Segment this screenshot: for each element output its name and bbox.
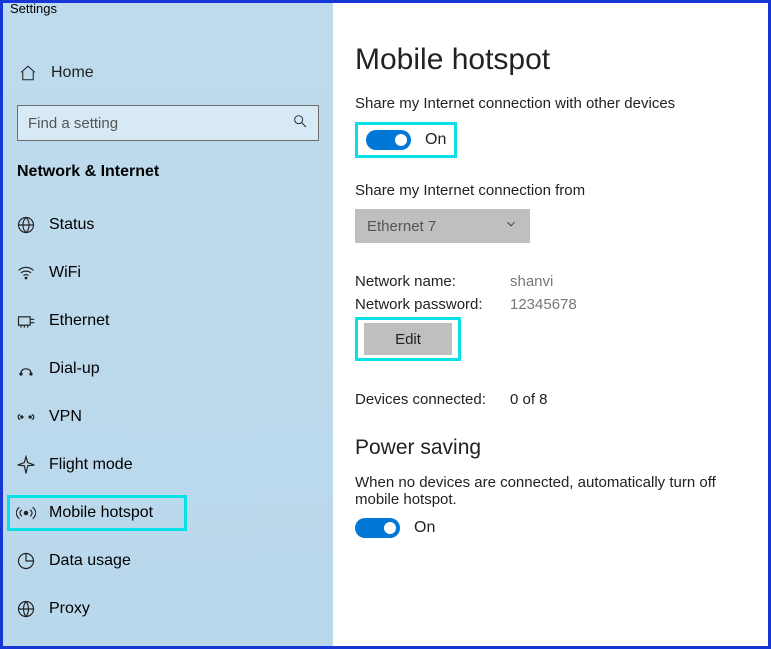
sidebar-item-ethernet[interactable]: Ethernet <box>3 297 333 345</box>
share-from-value: Ethernet 7 <box>367 218 436 235</box>
main-content: Mobile hotspot Share my Internet connect… <box>333 3 768 646</box>
home-label: Home <box>51 64 94 82</box>
window-title: Settings <box>10 1 57 16</box>
vpn-icon <box>15 407 37 427</box>
page-title: Mobile hotspot <box>355 43 746 77</box>
sidebar-item-flightmode[interactable]: Flight mode <box>3 441 333 489</box>
sidebar-item-label: Ethernet <box>49 312 109 330</box>
edit-button[interactable]: Edit <box>364 323 452 355</box>
sidebar-item-label: VPN <box>49 408 82 426</box>
home-icon <box>17 64 39 82</box>
sidebar-item-proxy[interactable]: Proxy <box>3 585 333 633</box>
search-placeholder: Find a setting <box>28 115 118 132</box>
datausage-icon <box>15 551 37 571</box>
sidebar: Home Find a setting Network & Internet S… <box>3 3 333 646</box>
ethernet-icon <box>15 311 37 331</box>
network-name-value: shanvi <box>510 273 553 290</box>
chevron-down-icon <box>504 217 518 235</box>
network-password-label: Network password: <box>355 296 510 313</box>
share-from-select[interactable]: Ethernet 7 <box>355 209 530 243</box>
devices-connected-label: Devices connected: <box>355 391 510 408</box>
sidebar-item-label: Status <box>49 216 94 234</box>
sidebar-home[interactable]: Home <box>3 53 333 93</box>
sidebar-item-wifi[interactable]: WiFi <box>3 249 333 297</box>
sidebar-item-label: Proxy <box>49 600 90 618</box>
network-password-value: 12345678 <box>510 296 577 313</box>
sidebar-item-label: Dial-up <box>49 360 100 378</box>
power-toggle[interactable] <box>355 518 400 538</box>
search-icon <box>292 113 308 133</box>
wifi-icon <box>15 263 37 283</box>
sidebar-item-dialup[interactable]: Dial-up <box>3 345 333 393</box>
network-name-label: Network name: <box>355 273 510 290</box>
dialup-icon <box>15 359 37 379</box>
share-toggle-label: On <box>425 131 446 149</box>
airplane-icon <box>15 455 37 475</box>
share-toggle[interactable] <box>366 130 411 150</box>
share-from-label: Share my Internet connection from <box>355 182 746 199</box>
globe-icon <box>15 215 37 235</box>
power-saving-title: Power saving <box>355 436 746 460</box>
sidebar-item-label: Mobile hotspot <box>49 504 153 522</box>
share-toggle-highlight: On <box>355 122 457 158</box>
sidebar-item-mobilehotspot[interactable]: Mobile hotspot <box>3 489 333 537</box>
devices-connected-value: 0 of 8 <box>510 391 548 408</box>
sidebar-item-vpn[interactable]: VPN <box>3 393 333 441</box>
share-description: Share my Internet connection with other … <box>355 95 746 112</box>
search-input[interactable]: Find a setting <box>17 105 319 141</box>
sidebar-item-status[interactable]: Status <box>3 201 333 249</box>
power-saving-desc: When no devices are connected, automatic… <box>355 474 746 508</box>
sidebar-item-label: WiFi <box>49 264 81 282</box>
category-title: Network & Internet <box>3 155 333 201</box>
power-toggle-label: On <box>414 519 435 537</box>
sidebar-item-datausage[interactable]: Data usage <box>3 537 333 585</box>
sidebar-item-label: Data usage <box>49 552 131 570</box>
proxy-icon <box>15 599 37 619</box>
sidebar-item-label: Flight mode <box>49 456 133 474</box>
hotspot-icon <box>15 503 37 523</box>
